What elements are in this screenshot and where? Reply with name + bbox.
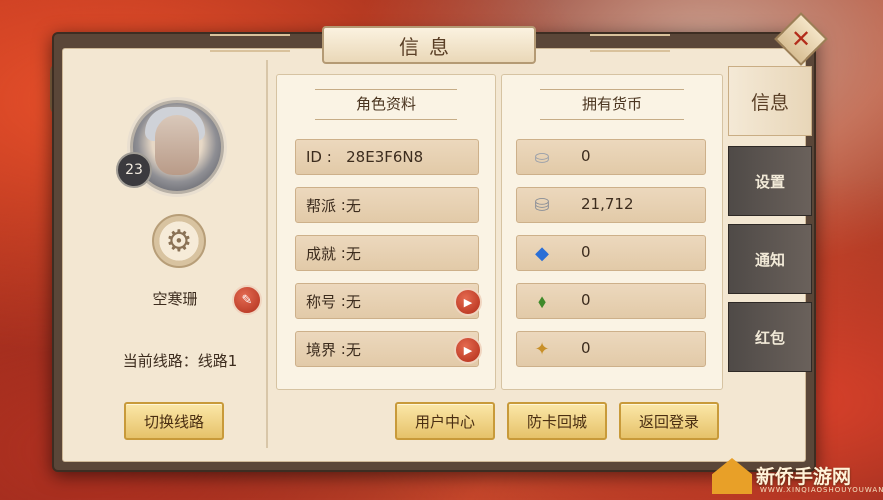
- current-line-label: 当前线路：线路1: [122, 352, 238, 370]
- field-separator: :: [336, 292, 346, 310]
- tab-notifications[interactable]: 通知: [728, 224, 812, 294]
- tab-info[interactable]: 信息: [728, 66, 812, 136]
- close-icon: ✕: [790, 24, 812, 53]
- profile-card: 角色资料 ID : 28E3F6N8 帮派 :无 成就 :无 称号 :无 ▶ 境…: [276, 74, 496, 390]
- currency-card: 拥有货币 ⛀ 0 ⛁ 21,712 ◆ 0 ⬧ 0 ✦ 0: [501, 74, 723, 390]
- field-guild: 帮派 :无: [295, 187, 479, 223]
- currency-row: ◆ 0: [516, 235, 706, 271]
- house-logo-icon: [712, 458, 752, 494]
- field-id: ID : 28E3F6N8: [295, 139, 479, 175]
- green-jade-icon: ⬧: [537, 290, 547, 312]
- realm-arrow-button[interactable]: ▶: [454, 336, 482, 364]
- gold-token-icon: ✦: [534, 338, 550, 360]
- watermark-subtext: WWW.XINQIAOSHOUYOUWANG: [760, 486, 883, 494]
- field-label: 帮派: [306, 196, 337, 215]
- site-watermark: 新侨手游网 WWW.XINQIAOSHOUYOUWANG: [712, 456, 883, 496]
- card-rule: [315, 89, 457, 90]
- field-label: ID: [306, 148, 322, 166]
- field-value: 无: [345, 292, 361, 311]
- field-value: 无: [345, 244, 361, 263]
- switch-line-button[interactable]: 切换线路: [124, 402, 224, 440]
- title-ornament-right: [590, 34, 670, 52]
- currency-value: 0: [581, 339, 591, 357]
- field-value: 无: [345, 340, 361, 359]
- field-separator: :: [336, 244, 346, 262]
- currency-title: 拥有货币: [502, 93, 722, 114]
- window-title: 信息: [322, 26, 536, 64]
- field-value: 无: [345, 196, 361, 215]
- field-label: 成就: [306, 244, 337, 263]
- field-label: 境界: [306, 340, 337, 359]
- field-realm: 境界 :无 ▶: [295, 331, 482, 367]
- play-arrow-icon: ▶: [463, 295, 473, 309]
- pencil-icon: ✎: [241, 292, 253, 308]
- currency-row: ⬧ 0: [516, 283, 706, 319]
- tab-red-packet[interactable]: 红包: [728, 302, 812, 372]
- tab-settings[interactable]: 设置: [728, 146, 812, 216]
- watermark-text: 新侨手游网: [756, 466, 852, 488]
- field-separator: :: [321, 148, 347, 166]
- field-separator: :: [336, 340, 346, 358]
- edit-name-button[interactable]: ✎: [232, 285, 262, 315]
- card-rule: [540, 89, 684, 90]
- card-rule: [540, 119, 684, 120]
- level-badge: 23: [116, 152, 152, 188]
- field-achievement: 成就 :无: [295, 235, 479, 271]
- column-divider: [266, 60, 268, 448]
- field-label: 称号: [306, 292, 337, 311]
- field-separator: :: [336, 196, 346, 214]
- blue-diamond-icon: ◆: [535, 242, 549, 264]
- currency-value: 0: [581, 243, 591, 261]
- title-ornament-left: [210, 34, 290, 52]
- bound-silver-icon: ⛁: [534, 194, 550, 216]
- field-value: 28E3F6N8: [346, 148, 424, 166]
- profile-title: 角色资料: [277, 93, 495, 114]
- player-name: 空寒珊: [152, 290, 198, 308]
- user-center-button[interactable]: 用户中心: [395, 402, 495, 440]
- currency-value: 21,712: [581, 195, 634, 213]
- settings-button[interactable]: ⚙: [152, 214, 206, 268]
- card-rule: [315, 119, 457, 120]
- gear-icon: ⚙: [165, 223, 193, 259]
- field-title: 称号 :无 ▶: [295, 283, 482, 319]
- currency-value: 0: [581, 291, 591, 309]
- anti-stuck-button[interactable]: 防卡回城: [507, 402, 607, 440]
- avatar-face: [155, 115, 199, 175]
- currency-row: ⛀ 0: [516, 139, 706, 175]
- play-arrow-icon: ▶: [463, 343, 473, 357]
- title-arrow-button[interactable]: ▶: [454, 288, 482, 316]
- currency-row: ✦ 0: [516, 331, 706, 367]
- currency-value: 0: [581, 147, 591, 165]
- currency-row: ⛁ 21,712: [516, 187, 706, 223]
- back-login-button[interactable]: 返回登录: [619, 402, 719, 440]
- silver-ingot-icon: ⛀: [534, 146, 550, 168]
